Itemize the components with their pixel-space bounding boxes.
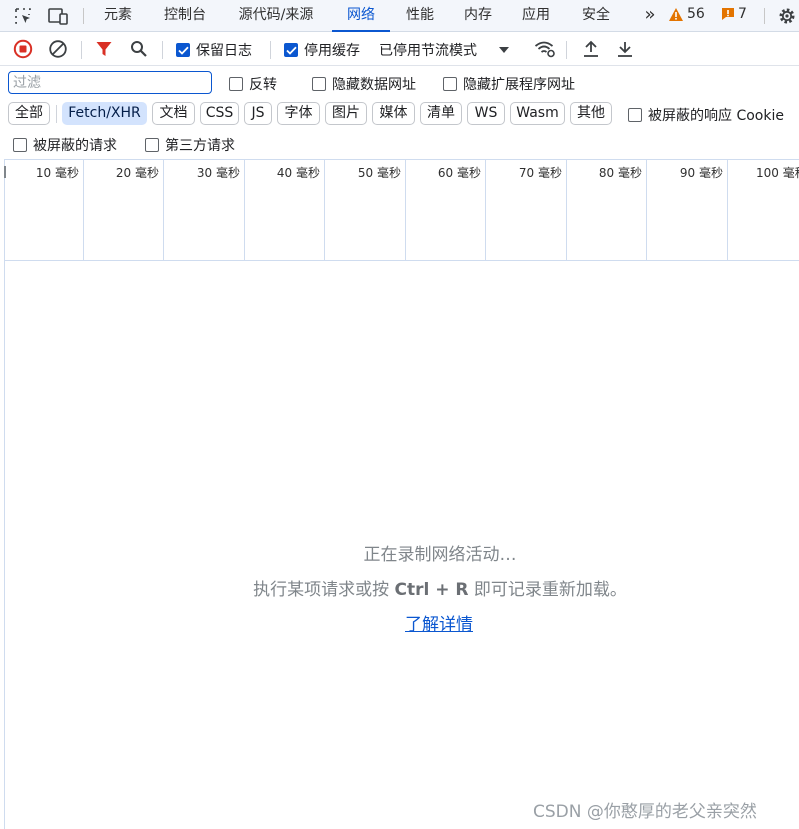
timeline-tick: 20 毫秒 (84, 160, 164, 260)
warnings-count: 56 (687, 6, 705, 22)
throttling-value: 已停用节流模式 (379, 43, 477, 59)
blocked-requests-label: 被屏蔽的请求 (33, 138, 117, 154)
tab-network[interactable]: 网络 (332, 0, 390, 32)
checkbox-unchecked-icon (443, 77, 457, 91)
blocked-requests-checkbox[interactable]: 被屏蔽的请求 (13, 135, 117, 155)
inspect-element-icon[interactable] (11, 4, 35, 28)
invert-label: 反转 (249, 77, 277, 93)
tab-security[interactable]: 安全 (571, 0, 621, 32)
reload-hint-suffix: 即可记录重新加载。 (468, 580, 627, 600)
tab-application[interactable]: 应用 (512, 0, 560, 32)
throttling-select[interactable]: 已停用节流模式 (379, 40, 509, 60)
third-party-requests-checkbox[interactable]: 第三方请求 (145, 135, 235, 155)
timeline-tick: 70 毫秒 (486, 160, 567, 260)
devtools-tab-bar: 元素 控制台 源代码/来源 网络 性能 内存 应用 安全 » 56 7 (0, 0, 799, 32)
tab-sources[interactable]: 源代码/来源 (228, 0, 324, 32)
checkbox-unchecked-icon (13, 138, 27, 152)
reload-hint-prefix: 执行某项请求或按 (253, 580, 395, 600)
hide-data-urls-checkbox[interactable]: 隐藏数据网址 (312, 74, 416, 94)
timeline-tick: 30 毫秒 (164, 160, 245, 260)
timeline-tick: 100 毫秒 (728, 160, 799, 260)
type-filter-ws[interactable]: WS (467, 102, 505, 125)
watermark: CSDN @你憨厚的老父亲突然 (533, 802, 757, 822)
tab-elements[interactable]: 元素 (94, 0, 142, 32)
type-filter-fetch-xhr[interactable]: Fetch/XHR (62, 102, 147, 125)
tab-performance[interactable]: 性能 (396, 0, 444, 32)
type-filter-all[interactable]: 全部 (8, 102, 50, 125)
timeline-tick-label: 60 毫秒 (437, 166, 481, 180)
import-har-icon[interactable] (580, 38, 602, 60)
checkbox-checked-icon (176, 43, 190, 57)
learn-more-link[interactable]: 了解详情 (405, 610, 473, 635)
issues-count: 7 (738, 6, 747, 22)
preserve-log-checkbox[interactable]: 保留日志 (176, 40, 252, 60)
stop-recording-icon[interactable] (12, 38, 34, 60)
timeline-tick-label: 90 毫秒 (679, 166, 723, 180)
blocked-response-cookies-checkbox[interactable]: 被屏蔽的响应 Cookie (628, 105, 784, 125)
settings-gear-icon[interactable] (775, 4, 799, 28)
device-toolbar-icon[interactable] (46, 4, 70, 28)
timeline-tick-label: 10 毫秒 (35, 166, 79, 180)
hide-extension-urls-checkbox[interactable]: 隐藏扩展程序网址 (443, 74, 575, 94)
issues-badge[interactable]: 7 (721, 6, 747, 22)
timeline-tick: 80 毫秒 (567, 160, 647, 260)
issue-icon (722, 8, 734, 20)
checkbox-unchecked-icon (312, 77, 326, 91)
checkbox-checked-icon (284, 43, 298, 57)
type-filter-js[interactable]: JS (244, 102, 272, 125)
type-filter-other[interactable]: 其他 (570, 102, 612, 125)
chevron-down-icon (499, 47, 509, 53)
third-party-requests-label: 第三方请求 (165, 138, 235, 154)
invert-checkbox[interactable]: 反转 (229, 74, 277, 94)
reload-hint-text: 执行某项请求或按 Ctrl + R 即可记录重新加载。 (80, 575, 799, 600)
checkbox-unchecked-icon (229, 77, 243, 91)
preserve-log-label: 保留日志 (196, 43, 252, 59)
recording-status-text: 正在录制网络活动… (363, 545, 517, 565)
timeline-tick-label: 40 毫秒 (276, 166, 320, 180)
blocked-response-cookies-label: 被屏蔽的响应 Cookie (648, 108, 784, 124)
type-filter-doc[interactable]: 文档 (152, 102, 195, 125)
tab-console[interactable]: 控制台 (152, 0, 218, 32)
network-conditions-icon[interactable] (534, 38, 556, 60)
type-filter-wasm[interactable]: Wasm (510, 102, 565, 125)
timeline-tick-label: 100 毫秒 (756, 166, 799, 180)
disable-cache-label: 停用缓存 (304, 43, 360, 59)
timeline-tick-label: 70 毫秒 (518, 166, 562, 180)
timeline-tick-label: 80 毫秒 (598, 166, 642, 180)
type-filter-manifest[interactable]: 清单 (420, 102, 462, 125)
filter-input[interactable] (8, 71, 212, 94)
timeline-tick: 50 毫秒 (325, 160, 406, 260)
checkbox-unchecked-icon (145, 138, 159, 152)
timeline-tick: 40 毫秒 (245, 160, 325, 260)
timeline-tick: 60 毫秒 (406, 160, 486, 260)
timeline-tick: 10 毫秒 (4, 160, 84, 260)
disable-cache-checkbox[interactable]: 停用缓存 (284, 40, 360, 60)
warnings-badge[interactable]: 56 (668, 6, 705, 22)
more-tabs-button[interactable]: » (636, 0, 664, 32)
filter-icon[interactable] (93, 38, 115, 60)
tab-memory[interactable]: 内存 (454, 0, 502, 32)
checkbox-unchecked-icon (628, 108, 642, 122)
reload-shortcut: Ctrl + R (394, 580, 469, 600)
timeline-tick-label: 20 毫秒 (115, 166, 159, 180)
hide-data-urls-label: 隐藏数据网址 (332, 77, 416, 93)
type-filter-media[interactable]: 媒体 (372, 102, 415, 125)
timeline-tick: 90 毫秒 (647, 160, 728, 260)
search-icon[interactable] (128, 38, 150, 60)
timeline-tick-label: 50 毫秒 (357, 166, 401, 180)
timeline-overview[interactable]: 10 毫秒 20 毫秒 30 毫秒 40 毫秒 50 毫秒 60 毫秒 70 毫… (4, 159, 799, 261)
export-har-icon[interactable] (614, 38, 636, 60)
timeline-tick-label: 30 毫秒 (196, 166, 240, 180)
hide-extension-urls-label: 隐藏扩展程序网址 (463, 77, 575, 93)
clear-icon[interactable] (47, 38, 69, 60)
type-filter-font[interactable]: 字体 (277, 102, 320, 125)
type-filter-css[interactable]: CSS (200, 102, 239, 125)
type-filter-img[interactable]: 图片 (325, 102, 367, 125)
warning-icon (669, 7, 683, 21)
network-toolbar: 保留日志 停用缓存 已停用节流模式 (0, 33, 799, 66)
